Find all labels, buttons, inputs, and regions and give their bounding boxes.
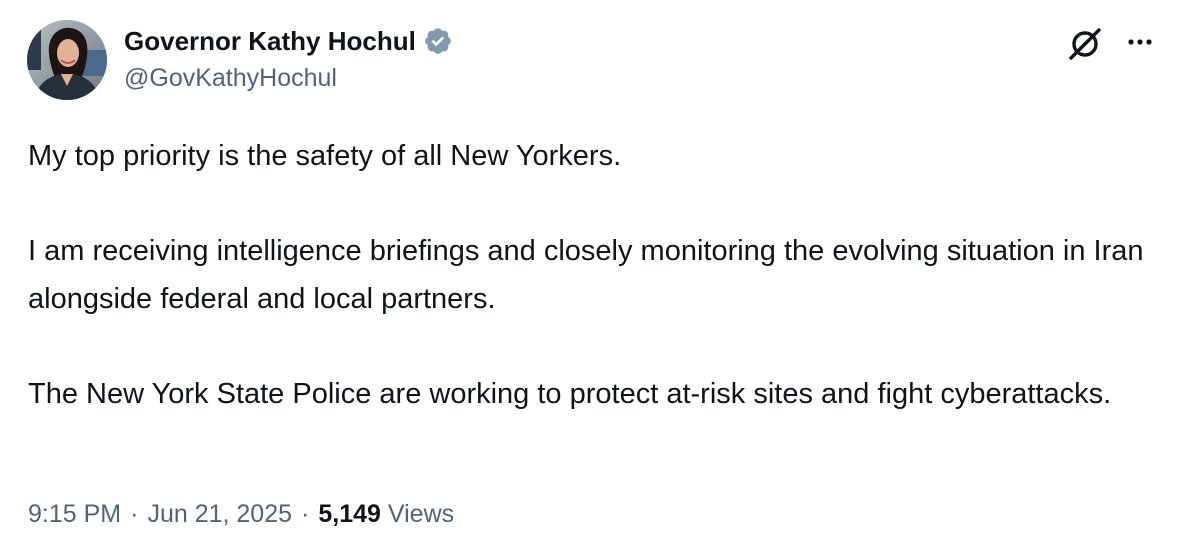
- tweet-paragraph: The New York State Police are working to…: [28, 377, 1112, 410]
- verified-badge-icon[interactable]: [423, 26, 453, 56]
- grok-slash-circle-icon[interactable]: [1066, 24, 1104, 62]
- author-handle[interactable]: @GovKathyHochul: [124, 64, 453, 93]
- author-name-row: Governor Kathy Hochul: [124, 22, 453, 60]
- author-block: Governor Kathy Hochul @GovKathyHochul: [124, 22, 453, 93]
- meta-separator: ·: [301, 500, 310, 528]
- views-label: Views: [387, 500, 455, 528]
- more-dots-icon[interactable]: [1123, 28, 1157, 56]
- tweet-meta: 9:15 PM · Jun 21, 2025 · 5,149 Views: [28, 500, 454, 529]
- avatar-image: [27, 20, 107, 100]
- tweet-paragraph: I am receiving intelligence briefings an…: [28, 235, 1144, 315]
- views-count[interactable]: 5,149: [318, 500, 381, 529]
- tweet-date[interactable]: Jun 21, 2025: [147, 500, 292, 529]
- tweet-card: Governor Kathy Hochul @GovKathyHochul My…: [0, 0, 1182, 556]
- tweet-paragraph: My top priority is the safety of all New…: [28, 140, 622, 172]
- tweet-time[interactable]: 9:15 PM: [28, 500, 121, 529]
- avatar[interactable]: [27, 20, 107, 100]
- tweet-text: My top priority is the safety of all New…: [28, 133, 1158, 418]
- meta-separator: ·: [130, 500, 139, 528]
- author-display-name[interactable]: Governor Kathy Hochul: [124, 26, 416, 57]
